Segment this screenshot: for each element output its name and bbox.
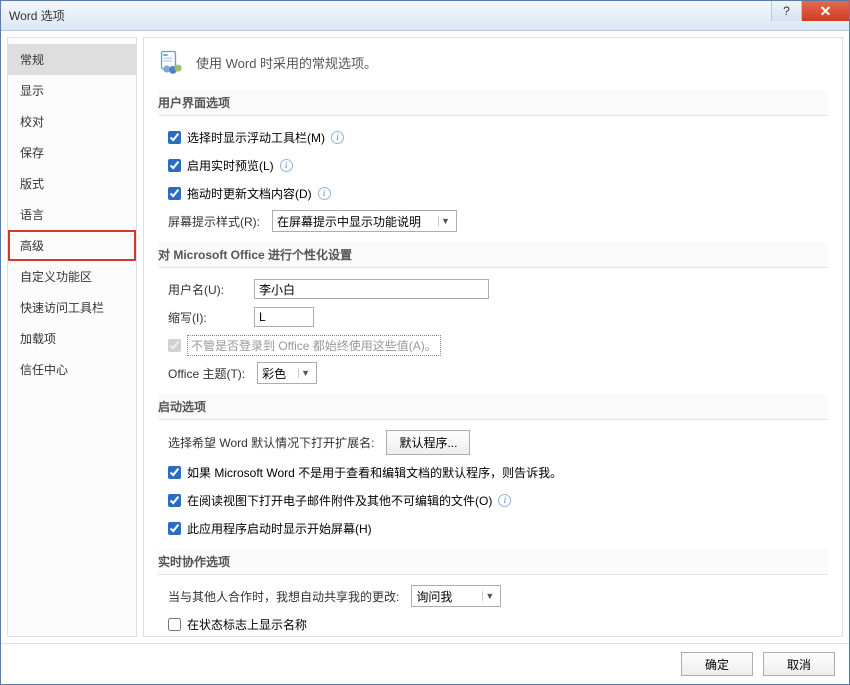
button-default-programs[interactable]: 默认程序... [386,430,470,455]
label-share-changes: 当与其他人合作时，我想自动共享我的更改: [168,588,399,605]
label-default-ext: 选择希望 Word 默认情况下打开扩展名: [168,434,374,451]
sidebar-item-language[interactable]: 语言 [8,199,136,230]
chevron-down-icon: ▼ [438,216,452,226]
dialog-body: 常规 显示 校对 保存 版式 语言 高级 自定义功能区 快速访问工具栏 加载项 … [1,31,849,643]
input-username[interactable] [254,279,489,299]
section-ui-title: 用户界面选项 [158,90,828,116]
checkbox-default-program-tell[interactable] [168,466,181,479]
section-personalize: 对 Microsoft Office 进行个性化设置 用户名(U): 缩写(I)… [158,242,828,384]
label-update-drag: 拖动时更新文档内容(D) [187,185,312,202]
dialog-footer: 确定 取消 [1,643,849,684]
section-personalize-title: 对 Microsoft Office 进行个性化设置 [158,242,828,268]
input-initials[interactable] [254,307,314,327]
combo-share-changes[interactable]: 询问我 ▼ [411,585,501,607]
checkbox-mini-toolbar[interactable] [168,131,181,144]
ok-button[interactable]: 确定 [681,652,753,676]
label-always-use-values: 不管是否登录到 Office 都始终使用这些值(A)。 [187,335,441,356]
checkbox-always-use-values[interactable] [168,339,181,352]
sidebar-item-customize-ribbon[interactable]: 自定义功能区 [8,261,136,292]
section-collab-title: 实时协作选项 [158,549,828,575]
label-initials: 缩写(I): [168,309,248,326]
titlebar: Word 选项 ? ✕ [1,1,849,31]
cancel-button[interactable]: 取消 [763,652,835,676]
section-collab: 实时协作选项 当与其他人合作时，我想自动共享我的更改: 询问我 ▼ 在状态标志上… [158,549,828,635]
sidebar-item-proofing[interactable]: 校对 [8,106,136,137]
content-panel: 使用 Word 时采用的常规选项。 用户界面选项 选择时显示浮动工具栏(M) i… [143,37,843,637]
label-live-preview: 启用实时预览(L) [187,157,274,174]
label-office-theme: Office 主题(T): [168,365,245,382]
section-startup-title: 启动选项 [158,394,828,420]
checkbox-reading-view-attachments[interactable] [168,494,181,507]
help-button[interactable]: ? [771,1,801,21]
label-username: 用户名(U): [168,281,248,298]
sidebar-item-quick-access[interactable]: 快速访问工具栏 [8,292,136,323]
options-dialog: Word 选项 ? ✕ 常规 显示 校对 保存 版式 语言 高级 自定义功能区 … [0,0,850,685]
chevron-down-icon: ▼ [482,591,496,601]
checkbox-show-start-screen[interactable] [168,522,181,535]
label-show-names-status: 在状态标志上显示名称 [187,616,307,633]
info-icon[interactable]: i [498,494,511,507]
combo-office-theme[interactable]: 彩色 ▼ [257,362,317,384]
sidebar-item-advanced[interactable]: 高级 [8,230,136,261]
content-header-text: 使用 Word 时采用的常规选项。 [196,53,377,72]
label-mini-toolbar: 选择时显示浮动工具栏(M) [187,129,325,146]
sidebar-item-layout[interactable]: 版式 [8,168,136,199]
label-reading-view-attachments: 在阅读视图下打开电子邮件附件及其他不可编辑的文件(O) [187,492,492,509]
label-default-program-tell: 如果 Microsoft Word 不是用于查看和编辑文档的默认程序，则告诉我。 [187,464,562,481]
sidebar-item-general[interactable]: 常规 [8,44,136,75]
sidebar-item-addins[interactable]: 加载项 [8,323,136,354]
close-button[interactable]: ✕ [801,1,849,21]
info-icon[interactable]: i [318,187,331,200]
checkbox-update-drag[interactable] [168,187,181,200]
general-options-icon [158,48,186,76]
info-icon[interactable]: i [280,159,293,172]
section-ui-options: 用户界面选项 选择时显示浮动工具栏(M) i 启用实时预览(L) i 拖动 [158,90,828,232]
label-screentip-style: 屏幕提示样式(R): [168,213,260,230]
category-sidebar: 常规 显示 校对 保存 版式 语言 高级 自定义功能区 快速访问工具栏 加载项 … [7,37,137,637]
sidebar-item-save[interactable]: 保存 [8,137,136,168]
window-controls: ? ✕ [771,1,849,21]
checkbox-show-names-status[interactable] [168,618,181,631]
combo-screentip-style[interactable]: 在屏幕提示中显示功能说明 ▼ [272,210,457,232]
window-title: Word 选项 [9,7,65,24]
chevron-down-icon: ▼ [298,368,312,378]
label-show-start-screen: 此应用程序启动时显示开始屏幕(H) [187,520,372,537]
sidebar-item-display[interactable]: 显示 [8,75,136,106]
sidebar-item-trust-center[interactable]: 信任中心 [8,354,136,385]
checkbox-live-preview[interactable] [168,159,181,172]
section-startup: 启动选项 选择希望 Word 默认情况下打开扩展名: 默认程序... 如果 Mi… [158,394,828,539]
info-icon[interactable]: i [331,131,344,144]
content-header: 使用 Word 时采用的常规选项。 [158,48,828,76]
